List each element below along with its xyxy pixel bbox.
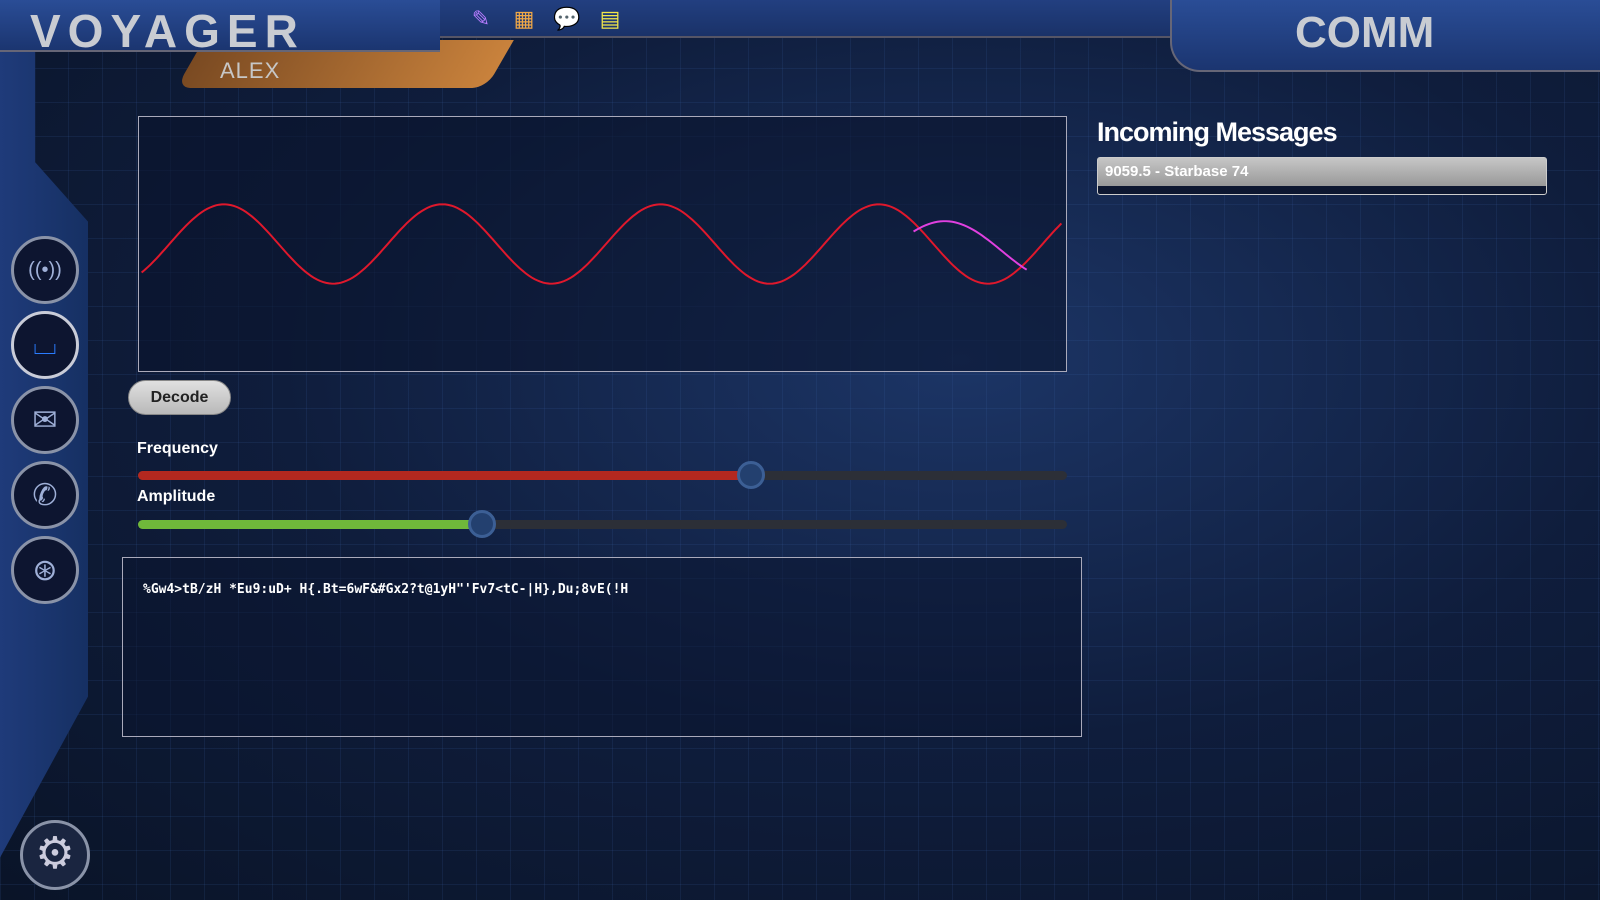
edit-icon[interactable]: ✎: [466, 4, 496, 34]
frequency-slider[interactable]: [138, 461, 1067, 489]
frequency-thumb[interactable]: [737, 461, 766, 489]
calculator-icon[interactable]: ▦: [509, 4, 539, 34]
decode-button[interactable]: Decode: [128, 380, 231, 415]
chat-icon[interactable]: 💬: [552, 4, 582, 34]
decoded-output[interactable]: %Gw4>tB/zH *Eu9:uD+ H{.Bt=6wF&#Gx2?t@1yH…: [122, 557, 1082, 737]
notebook-icon[interactable]: ▤: [595, 4, 625, 34]
inbox-icon[interactable]: ⌴: [11, 311, 79, 379]
section-title: COMM: [1295, 8, 1435, 57]
phone-icon[interactable]: ✆: [11, 461, 79, 529]
messages-list[interactable]: 9059.5 - Starbase 74: [1097, 157, 1547, 195]
mail-icon[interactable]: ✉: [11, 386, 79, 454]
incoming-messages-title: Incoming Messages: [1097, 117, 1338, 147]
amplitude-label: Amplitude: [137, 488, 216, 505]
amplitude-slider[interactable]: [138, 510, 1067, 538]
app-logo: VOYAGER: [30, 5, 305, 57]
frequency-label: Frequency: [137, 440, 218, 457]
waveform-display: [138, 116, 1067, 372]
broadcast-icon[interactable]: ((•)): [11, 236, 79, 304]
amplitude-fill: [138, 520, 482, 529]
user-name[interactable]: ALEX: [220, 58, 280, 84]
message-item[interactable]: 9059.5 - Starbase 74: [1098, 158, 1546, 186]
signal-wave: [140, 203, 1063, 285]
antenna-icon[interactable]: ⊛: [11, 536, 79, 604]
frequency-fill: [138, 471, 752, 480]
settings-gear-icon[interactable]: ⚙: [20, 820, 90, 890]
target-wave-segment: [913, 220, 1028, 271]
amplitude-thumb[interactable]: [467, 510, 496, 538]
